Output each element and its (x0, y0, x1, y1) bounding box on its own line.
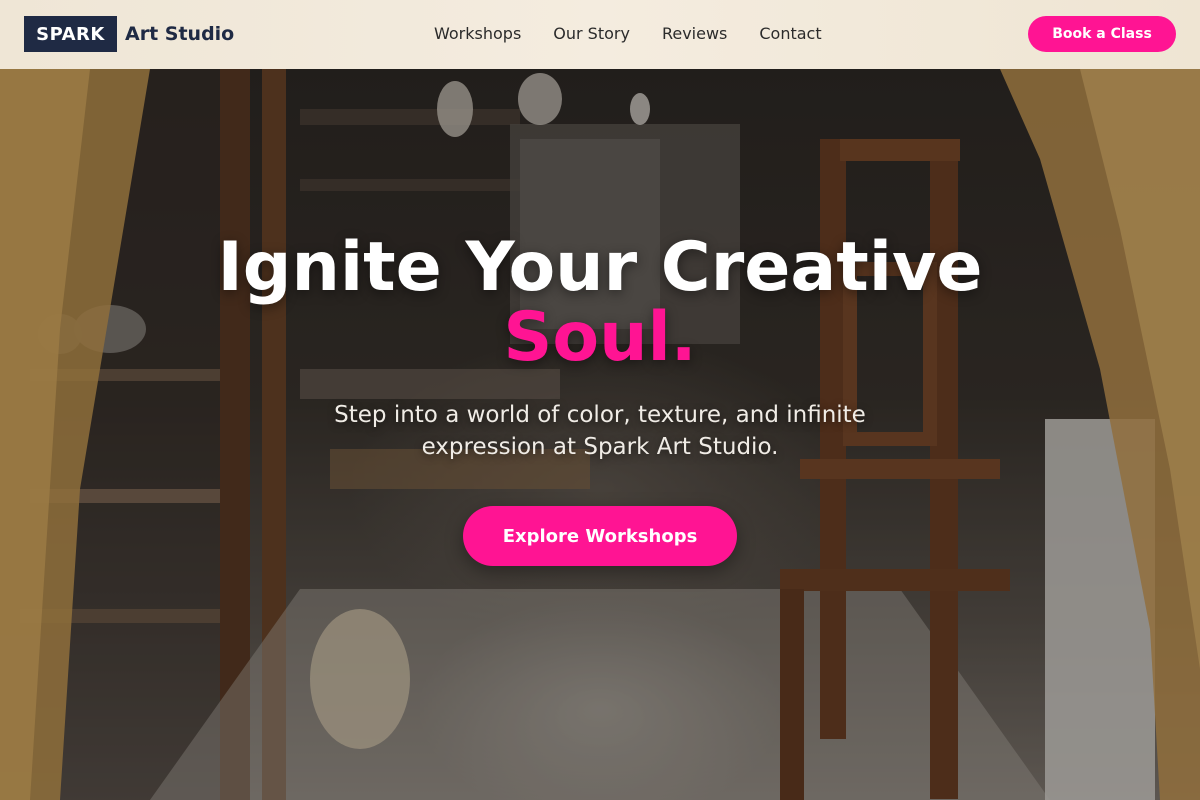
hero-subtitle: Step into a world of color, texture, and… (334, 402, 866, 460)
main-nav: Workshops Our Story Reviews Contact (434, 20, 822, 48)
nav-our-story[interactable]: Our Story (553, 20, 630, 48)
hero-content: Ignite Your Creative Soul. Step into a w… (0, 69, 1200, 800)
hero-section: Ignite Your Creative Soul. Step into a w… (0, 69, 1200, 800)
logo-wordmark[interactable]: Art Studio (125, 20, 234, 48)
explore-workshops-button[interactable]: Explore Workshops (463, 506, 737, 566)
hero-title-line1: Ignite Your Creative (217, 228, 983, 307)
nav-contact[interactable]: Contact (759, 20, 821, 48)
logo-mark[interactable]: SPARK (24, 16, 117, 52)
site-header: SPARK Art Studio Workshops Our Story Rev… (0, 0, 1200, 69)
book-a-class-button[interactable]: Book a Class (1028, 16, 1176, 52)
hero-title: Ignite Your Creative Soul. (100, 233, 1100, 373)
nav-workshops[interactable]: Workshops (434, 20, 521, 48)
hero-title-accent: Soul. (503, 298, 697, 377)
nav-reviews[interactable]: Reviews (662, 20, 727, 48)
